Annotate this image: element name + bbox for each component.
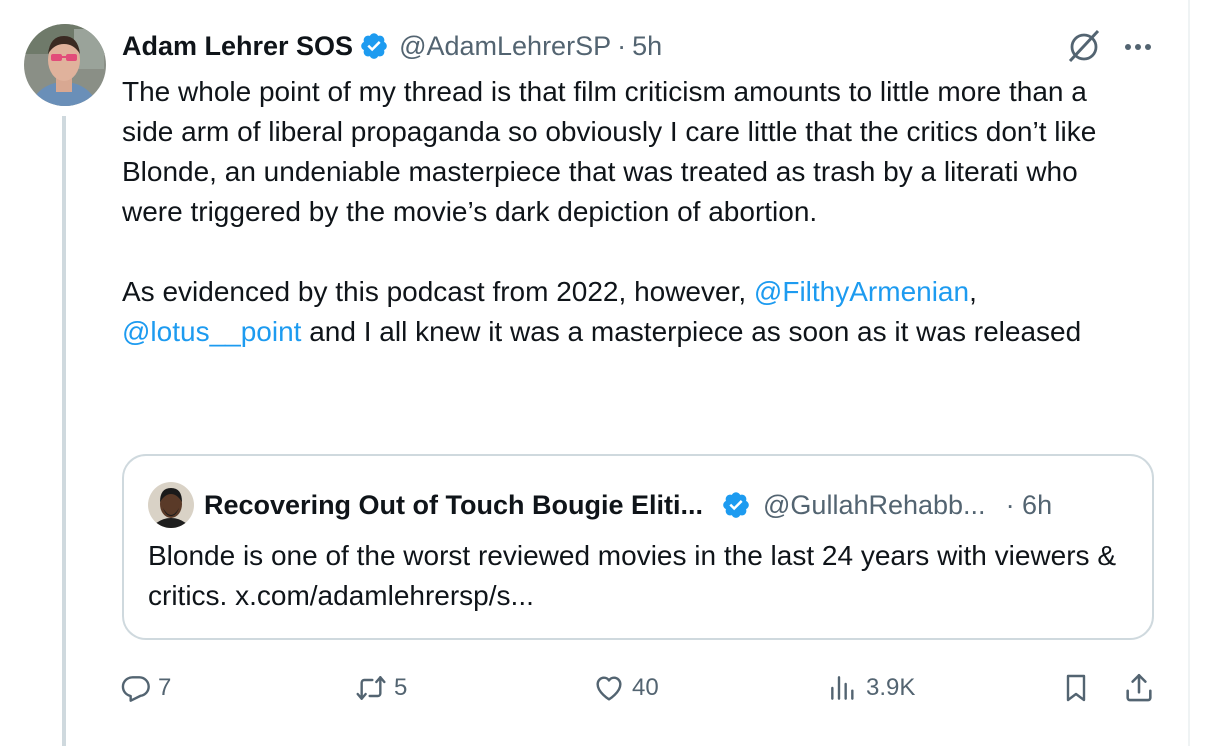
repost-icon — [354, 672, 388, 704]
share-icon — [1122, 671, 1156, 705]
quoted-tweet-card[interactable]: Recovering Out of Touch Bougie Eliti... … — [122, 454, 1154, 640]
reply-icon — [120, 672, 152, 704]
tweet-paragraph: The whole point of my thread is that fil… — [122, 76, 1097, 227]
verified-badge-icon[interactable] — [721, 490, 751, 520]
quoted-tweet-header: Recovering Out of Touch Bougie Eliti... … — [204, 484, 1052, 526]
tweet-text-segment: and I all knew it was a masterpiece as s… — [301, 316, 1082, 347]
tweet-text-segment: As evidenced by this podcast from 2022, … — [122, 276, 754, 307]
author-name[interactable]: Adam Lehrer SOS — [122, 31, 353, 62]
views-button[interactable]: 3.9K — [826, 666, 915, 710]
repost-count: 5 — [394, 674, 408, 701]
repost-button[interactable]: 5 — [354, 666, 407, 710]
reply-count: 7 — [158, 674, 172, 701]
tweet-timestamp[interactable]: 5h — [632, 31, 662, 62]
grok-icon[interactable] — [1064, 28, 1104, 64]
views-count: 3.9K — [866, 674, 916, 701]
mention-link[interactable]: @FilthyArmenian — [754, 276, 969, 307]
tweet-header: Adam Lehrer SOS @AdamLehrerSP · 5h — [122, 26, 662, 66]
share-button[interactable] — [1122, 666, 1156, 710]
separator-dot: · — [617, 30, 627, 61]
quoted-author-avatar[interactable] — [148, 482, 194, 528]
timeline-divider — [1188, 0, 1190, 746]
views-icon — [826, 672, 860, 704]
mention-link[interactable]: @lotus__point — [122, 316, 301, 347]
author-avatar[interactable] — [24, 24, 106, 106]
quoted-author-handle[interactable]: @GullahRehabb... — [763, 490, 986, 521]
bookmark-icon — [1060, 671, 1092, 705]
tweet-body: The whole point of my thread is that fil… — [122, 72, 1132, 352]
verified-badge-icon[interactable] — [359, 31, 389, 61]
quoted-tweet-text: Blonde is one of the worst reviewed movi… — [148, 540, 1117, 611]
tweet-text-segment: , — [969, 276, 977, 307]
tweet-paragraph: As evidenced by this podcast from 2022, … — [122, 272, 1132, 352]
quoted-tweet-timestamp[interactable]: · 6h — [1006, 490, 1053, 521]
like-icon — [592, 672, 626, 704]
like-count: 40 — [632, 674, 659, 701]
author-handle[interactable]: @AdamLehrerSP — [399, 31, 611, 62]
bookmark-button[interactable] — [1060, 666, 1092, 710]
like-button[interactable]: 40 — [592, 666, 659, 710]
quoted-author-name[interactable]: Recovering Out of Touch Bougie Eliti... — [204, 490, 703, 521]
reply-button[interactable]: 7 — [120, 666, 171, 710]
more-icon[interactable] — [1118, 28, 1158, 64]
thread-connector-line — [62, 116, 66, 746]
